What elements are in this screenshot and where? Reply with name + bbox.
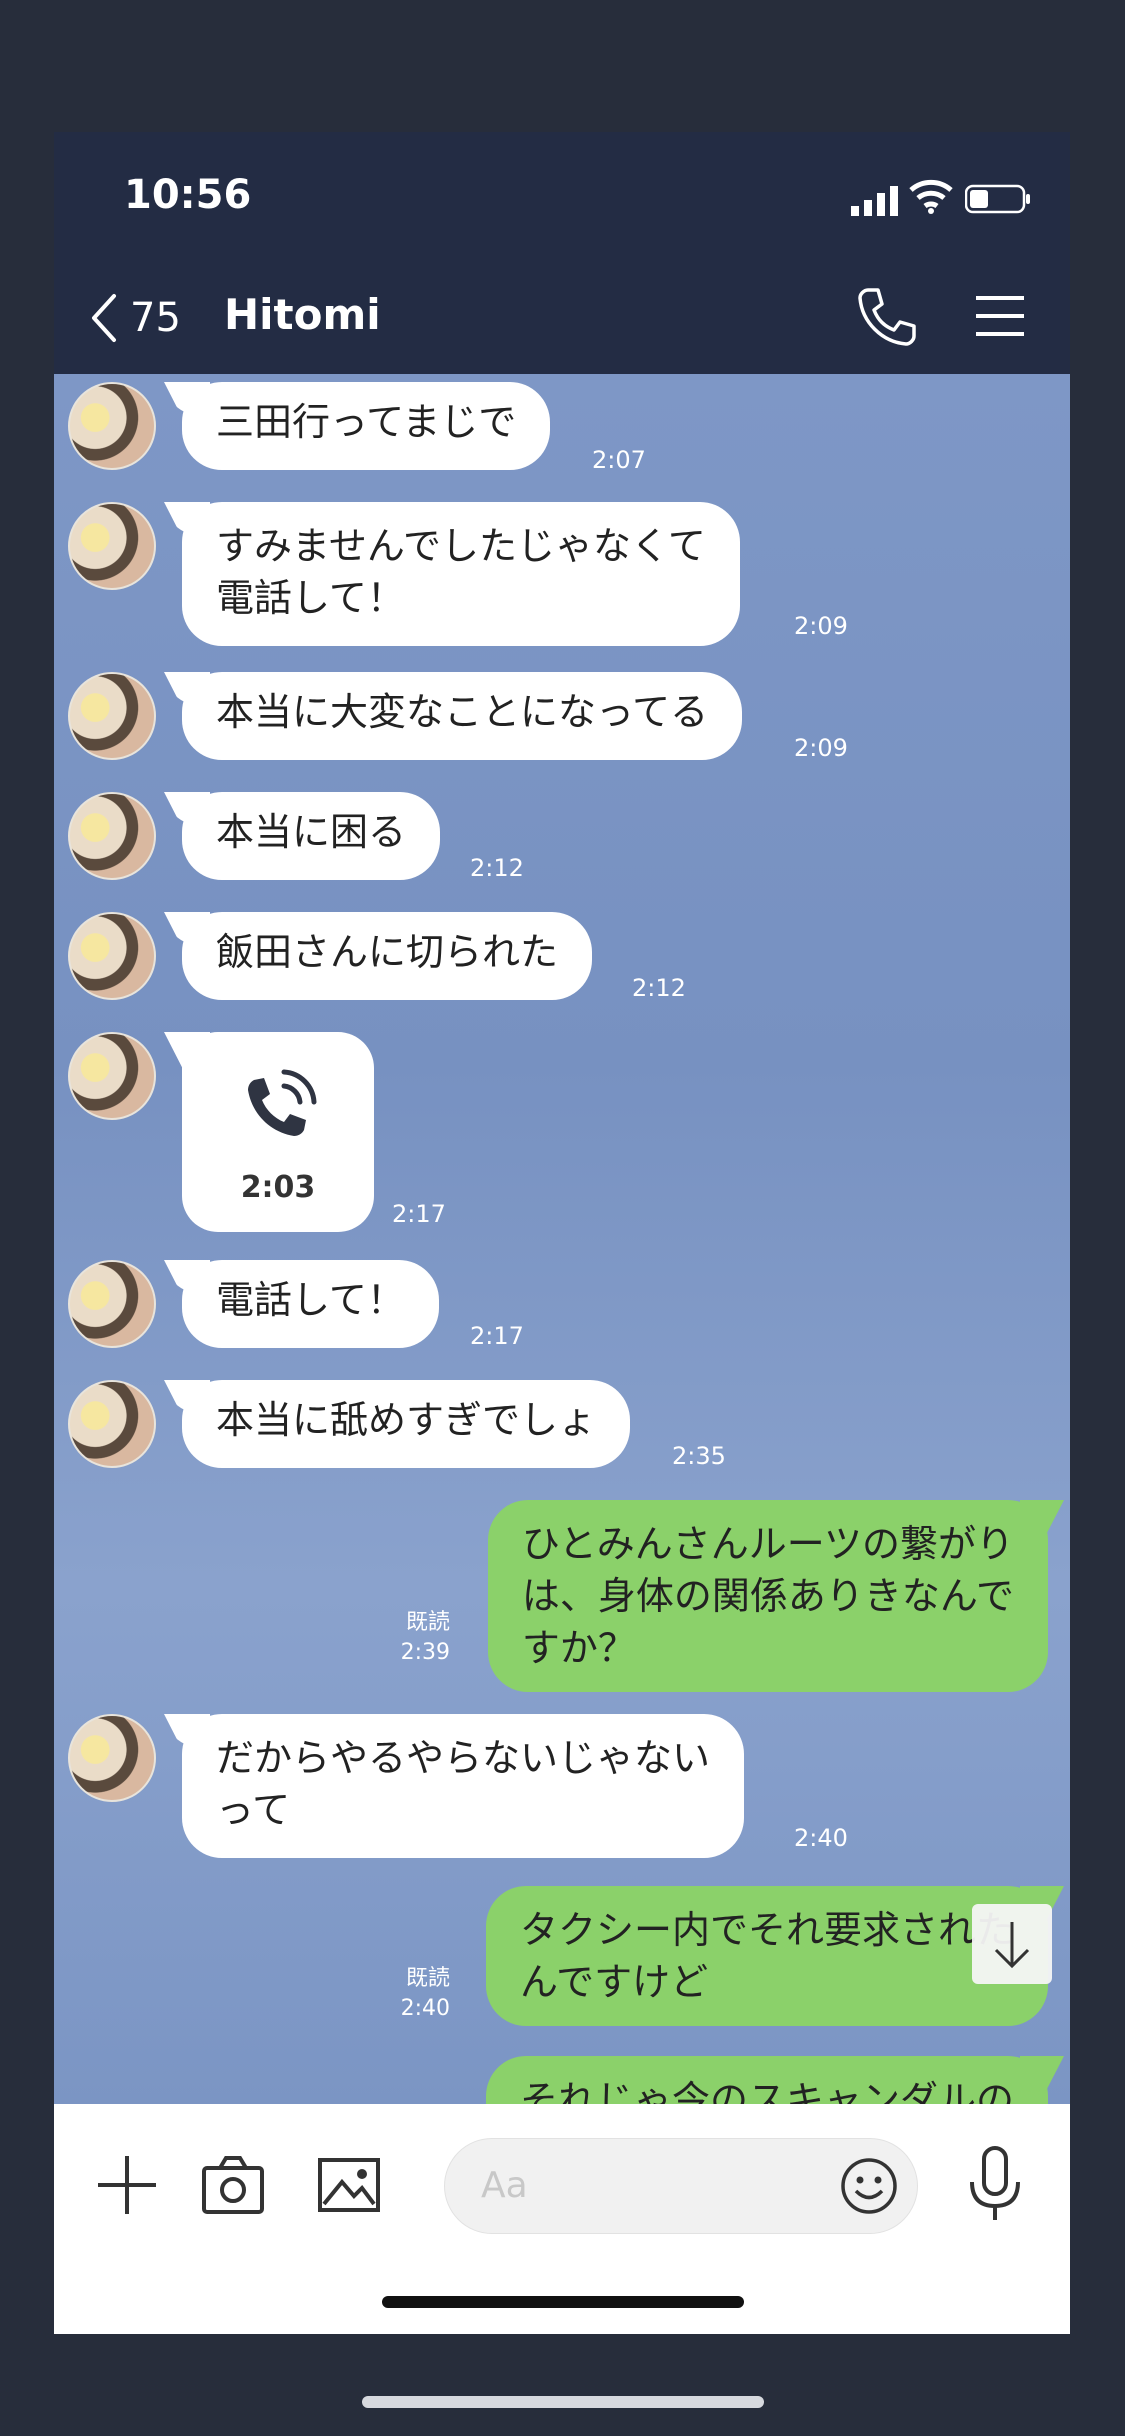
chevron-left-icon [92,294,116,342]
message-text: 本当に困る [216,810,407,854]
message-bubble[interactable]: 電話して！ [182,1260,439,1348]
message-bubble[interactable]: すみませんでしたじゃなくて 電話して！ [182,502,740,646]
chat-header: 75 Hitomi [54,262,1070,374]
call-duration: 2:03 [240,1170,316,1205]
message-time: 2:17 [470,1322,524,1350]
message-text: 電話して！ [216,576,405,620]
message-text: それじゃ今のスキャンダルの [519,2078,1014,2104]
message-bubble[interactable]: それじゃ今のスキャンダルの [485,2056,1048,2104]
phone-screen: 10:56 75 Hitomi 三田行ってまじで 2:07 すみませんでしたじゃ… [54,132,1070,2334]
home-indicator [382,2296,744,2308]
message-text: 三田行ってまじで [216,400,517,444]
avatar[interactable] [68,1260,156,1348]
avatar[interactable] [68,672,156,760]
message-bubble[interactable]: 本当に困る [182,792,441,880]
message-time: 2:39 [400,1640,450,1665]
read-label: 既読 [405,1966,450,1991]
message-bubble[interactable]: ひとみんさんルーツの繋がり は、身体の関係ありきなんで すか？ [487,1500,1048,1692]
plus-icon[interactable] [92,2150,162,2220]
message-text: 本当に舐めすぎでしょ [216,1398,597,1442]
avatar[interactable] [68,1380,156,1468]
status-time: 10:56 [124,172,252,218]
message-text: タクシー内でそれ要求された [519,1908,1014,1952]
image-icon[interactable] [314,2150,384,2220]
avatar[interactable] [68,792,156,880]
input-bar: Aa [54,2104,1070,2334]
battery-icon [965,184,1030,214]
message-bubble[interactable]: タクシー内でそれ要求された んですけど [485,1886,1048,2026]
input-placeholder: Aa [481,2165,528,2206]
chat-title: Hitomi [224,290,381,339]
phone-icon[interactable] [854,284,918,348]
message-time: 2:07 [592,446,646,474]
read-receipt: 既読 2:40 [380,1964,450,2024]
message-text: 本当に大変なことになってる [216,690,709,734]
message-time: 2:12 [470,854,524,882]
read-label: 既読 [405,1610,450,1635]
microphone-icon[interactable] [960,2144,1030,2224]
avatar[interactable] [68,1032,156,1120]
message-bubble[interactable]: 本当に大変なことになってる [182,672,743,760]
status-bar: 10:56 [54,132,1070,262]
message-bubble[interactable]: 本当に舐めすぎでしょ [182,1380,631,1468]
message-time: 2:40 [400,1996,450,2021]
smiley-icon[interactable] [839,2156,899,2216]
back-button[interactable]: 75 [88,286,198,350]
message-list[interactable]: 三田行ってまじで 2:07 すみませんでしたじゃなくて 電話して！ 2:09 本… [54,374,1070,2104]
arrow-down-icon [994,1922,1030,1969]
message-text: んですけど [519,1960,709,2004]
wifi-icon [909,179,953,214]
avatar[interactable] [68,1714,156,1802]
message-time: 2:09 [794,612,848,640]
avatar[interactable] [68,382,156,470]
message-text: 電話して！ [216,1278,405,1322]
phone-call-icon [248,1069,317,1136]
scroll-to-bottom-button[interactable] [972,1904,1052,1984]
message-time: 2:40 [794,1824,848,1852]
message-time: 2:17 [392,1200,446,1228]
message-text: すみませんでしたじゃなくて [216,524,706,568]
call-log-bubble[interactable]: 2:03 [182,1032,374,1232]
read-receipt: 既読 2:39 [380,1608,450,1668]
message-time: 2:35 [672,1442,726,1470]
message-bubble[interactable]: 飯田さんに切られた [182,912,593,1000]
hamburger-menu-icon[interactable] [970,286,1030,346]
avatar[interactable] [68,912,156,1000]
unread-count: 75 [130,295,181,341]
outer-home-indicator [362,2396,764,2408]
message-time: 2:09 [794,734,848,762]
camera-icon[interactable] [198,2150,268,2220]
signal-icon [851,186,898,216]
message-bubble[interactable]: 三田行ってまじで [182,382,551,470]
message-text: は、身体の関係ありきなんで [521,1574,1014,1618]
message-text: って [216,1788,291,1832]
message-text: 飯田さんに切られた [216,930,559,974]
message-bubble[interactable]: だからやるやらないじゃない って [182,1714,745,1858]
message-text: すか？ [521,1626,636,1670]
message-text: だからやるやらないじゃない [216,1736,711,1780]
avatar[interactable] [68,502,156,590]
message-time: 2:12 [632,974,686,1002]
message-text: ひとみんさんルーツの繋がり [521,1522,1014,1566]
